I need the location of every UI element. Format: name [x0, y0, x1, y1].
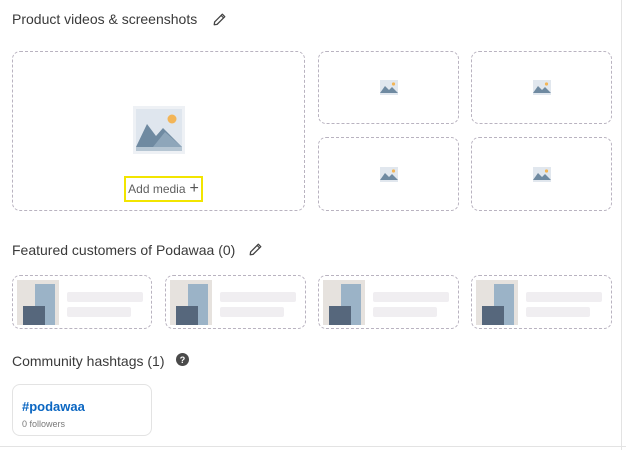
edit-customers-button[interactable] — [242, 236, 268, 262]
customer-placeholder-card[interactable] — [318, 275, 459, 329]
image-placeholder-icon — [379, 80, 398, 95]
image-placeholder-icon — [532, 166, 551, 182]
add-media-label: Add media — [128, 182, 186, 196]
customer-placeholder-card[interactable] — [12, 275, 152, 329]
skeleton-line — [67, 307, 131, 317]
company-logo-placeholder-icon — [170, 280, 212, 325]
hashtags-section-title: Community hashtags (1) — [12, 353, 165, 369]
skeleton-line — [526, 307, 590, 317]
company-logo-placeholder-icon — [476, 280, 518, 325]
media-slot-2[interactable] — [471, 51, 612, 124]
question-circle-icon[interactable]: ? — [176, 353, 189, 366]
add-media-button[interactable]: Add media + — [124, 176, 203, 202]
image-placeholder-icon — [133, 106, 185, 154]
image-placeholder-icon — [532, 80, 551, 95]
panel-bottom-border — [0, 446, 626, 447]
pencil-icon — [213, 13, 225, 25]
pencil-icon — [249, 243, 261, 255]
customer-placeholder-card[interactable] — [471, 275, 612, 329]
media-slot-4[interactable] — [471, 137, 612, 211]
skeleton-line — [220, 292, 296, 302]
hashtag-card[interactable]: #podawaa 0 followers — [12, 384, 152, 436]
company-logo-placeholder-icon — [17, 280, 59, 325]
plus-icon: + — [189, 180, 199, 197]
media-slot-3[interactable] — [318, 137, 459, 211]
skeleton-line — [373, 307, 437, 317]
customers-section-title: Featured customers of Podawaa (0) — [12, 242, 236, 258]
customer-placeholder-card[interactable] — [165, 275, 306, 329]
skeleton-line — [526, 292, 602, 302]
image-placeholder-icon — [379, 166, 398, 182]
panel-right-border — [621, 0, 622, 450]
edit-media-button[interactable] — [206, 6, 232, 32]
hashtag-link[interactable]: #podawaa — [22, 399, 85, 414]
media-slot-1[interactable] — [318, 51, 459, 124]
skeleton-line — [220, 307, 284, 317]
skeleton-line — [373, 292, 449, 302]
media-section-title: Product videos & screenshots — [12, 11, 198, 27]
company-logo-placeholder-icon — [323, 280, 365, 325]
hashtag-followers: 0 followers — [22, 419, 66, 429]
primary-media-slot[interactable]: Add media + — [12, 51, 305, 211]
skeleton-line — [67, 292, 143, 302]
